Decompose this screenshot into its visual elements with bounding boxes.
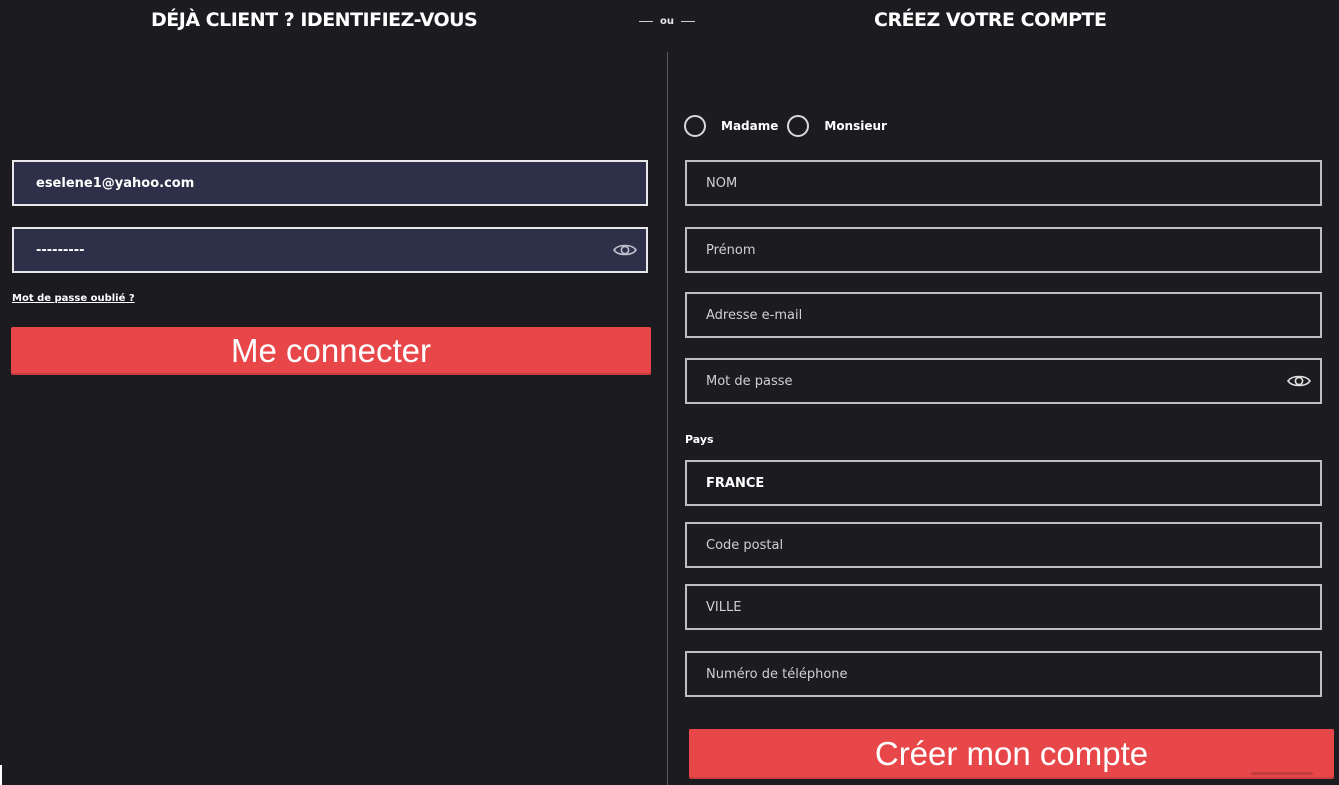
login-button[interactable]: Me connecter	[11, 327, 651, 375]
postal-code-input[interactable]	[706, 537, 1266, 553]
firstname-input[interactable]	[706, 242, 1266, 258]
login-heading: DÉJÀ CLIENT ? IDENTIFIEZ-VOUS	[151, 9, 478, 31]
page-edge-bar	[0, 765, 2, 785]
city-input[interactable]	[706, 599, 1266, 615]
login-email-field[interactable]	[12, 160, 648, 206]
forgot-password-link[interactable]: Mot de passe oublié ?	[12, 293, 135, 304]
login-password-field[interactable]	[12, 227, 648, 273]
civility-radio-group: Madame Monsieur	[684, 112, 896, 140]
country-select[interactable]: FRANCE	[685, 460, 1322, 506]
radio-circle-monsieur[interactable]	[787, 115, 810, 137]
separator-line-left	[639, 20, 653, 22]
eye-icon[interactable]	[1286, 372, 1312, 390]
city-field[interactable]	[685, 584, 1322, 630]
radio-madame[interactable]: Madame	[684, 115, 778, 137]
lastname-input[interactable]	[706, 175, 1266, 191]
radio-label-madame: Madame	[721, 119, 779, 133]
radio-label-monsieur: Monsieur	[824, 119, 887, 133]
postal-code-field[interactable]	[685, 522, 1322, 568]
lastname-field[interactable]	[685, 160, 1322, 206]
register-password-input[interactable]	[706, 373, 1266, 389]
register-email-input[interactable]	[706, 307, 1266, 323]
column-divider	[667, 52, 668, 785]
login-password-input[interactable]	[36, 242, 596, 258]
register-heading: CRÉEZ VOTRE COMPTE	[874, 9, 1107, 31]
country-label: Pays	[685, 433, 714, 446]
register-password-field[interactable]	[685, 358, 1322, 404]
or-separator: ou	[622, 13, 712, 29]
create-account-button[interactable]: Créer mon compte	[689, 729, 1334, 779]
button-underline	[1251, 772, 1313, 775]
separator-line-right	[681, 20, 695, 22]
radio-monsieur[interactable]: Monsieur	[787, 115, 887, 137]
register-email-field[interactable]	[685, 292, 1322, 338]
radio-circle-madame[interactable]	[684, 115, 706, 137]
country-value: FRANCE	[706, 475, 765, 491]
login-email-input[interactable]	[36, 175, 596, 191]
phone-input[interactable]	[706, 666, 1266, 682]
firstname-field[interactable]	[685, 227, 1322, 273]
account-page: DÉJÀ CLIENT ? IDENTIFIEZ-VOUS ou CRÉEZ V…	[0, 0, 1339, 785]
or-label: ou	[660, 15, 674, 27]
eye-icon[interactable]	[612, 241, 638, 259]
phone-field[interactable]	[685, 651, 1322, 697]
